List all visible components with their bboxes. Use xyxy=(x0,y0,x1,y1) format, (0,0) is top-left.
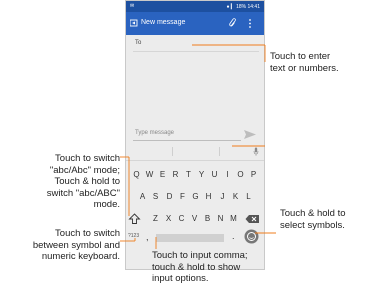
status-readout: ● ▎ 18% 14:41 xyxy=(226,3,260,10)
key-r[interactable]: R xyxy=(169,170,182,180)
key-g[interactable]: G xyxy=(189,192,202,202)
microphone-icon[interactable] xyxy=(253,147,259,156)
backspace-icon[interactable] xyxy=(245,214,260,224)
key-f[interactable]: F xyxy=(176,192,189,202)
shift-icon[interactable] xyxy=(128,213,141,225)
period-key[interactable]: . xyxy=(232,231,235,241)
callout-line: Touch & hold to xyxy=(280,208,346,219)
key-n[interactable]: N xyxy=(214,214,227,224)
callout-line: Touch to enter xyxy=(270,51,331,62)
callout-enter-text: Touch to enter text or numbers. xyxy=(270,51,339,74)
message-input[interactable]: Type message xyxy=(133,128,241,141)
app-bar: New message xyxy=(126,12,264,35)
more-options-icon[interactable] xyxy=(248,18,252,29)
callout-abc-mode: Touch to switch "abc/Abc" mode; Touch & … xyxy=(40,153,120,211)
space-bar[interactable] xyxy=(156,234,224,242)
recipient-field[interactable]: To xyxy=(133,37,259,52)
key-y[interactable]: Y xyxy=(195,170,208,180)
callout-line: input options. xyxy=(152,273,209,284)
attachment-icon[interactable] xyxy=(229,18,237,28)
smiley-key-icon[interactable] xyxy=(244,229,259,244)
key-s[interactable]: S xyxy=(149,192,162,202)
key-u[interactable]: U xyxy=(208,170,221,180)
callout-line: Touch to switch xyxy=(55,228,120,239)
message-placeholder: Type message xyxy=(135,130,175,136)
key-m[interactable]: M xyxy=(227,214,240,224)
key-q[interactable]: Q xyxy=(130,170,143,180)
key-d[interactable]: D xyxy=(163,192,176,202)
page-title: New message xyxy=(141,19,186,26)
key-a[interactable]: A xyxy=(136,192,149,202)
phone-screen: ✉ ● ▎ 18% 14:41 New message To Type mess… xyxy=(125,0,265,270)
callout-line: "abc/Abc" mode; xyxy=(49,164,120,176)
recipient-label: To xyxy=(135,40,142,46)
callout-line: Touch & hold to xyxy=(54,176,121,187)
callout-line: touch & hold to show xyxy=(152,261,241,273)
conversation-area xyxy=(126,53,264,129)
notification-icon: ✉ xyxy=(130,3,135,9)
key-j[interactable]: J xyxy=(216,192,229,202)
symbol-key[interactable]: ?123 xyxy=(128,233,139,239)
key-b[interactable]: B xyxy=(201,214,214,224)
callout-line: numeric keyboard. xyxy=(41,251,120,262)
key-x[interactable]: X xyxy=(162,214,175,224)
callout-comma: Touch to input comma; touch & hold to sh… xyxy=(152,250,248,285)
callout-line: Touch to switch xyxy=(55,153,120,164)
key-h[interactable]: H xyxy=(202,192,215,202)
key-t[interactable]: T xyxy=(182,170,195,180)
callout-select-symbols: Touch & hold to select symbols. xyxy=(280,208,346,231)
callout-line: switch "abc/ABC" xyxy=(46,187,120,199)
key-o[interactable]: O xyxy=(234,170,247,180)
status-bar: ✉ ● ▎ 18% 14:41 xyxy=(126,1,264,12)
key-k[interactable]: K xyxy=(229,192,242,202)
callout-line: between symbol and xyxy=(32,239,120,251)
callout-line: text or numbers. xyxy=(270,62,339,74)
key-p[interactable]: P xyxy=(247,170,260,180)
comma-key[interactable]: , xyxy=(146,232,149,242)
key-z[interactable]: Z xyxy=(149,214,162,224)
key-v[interactable]: V xyxy=(188,214,201,224)
key-i[interactable]: I xyxy=(221,170,234,180)
key-c[interactable]: C xyxy=(175,214,188,224)
callout-symbol-keyboard: Touch to switch between symbol and numer… xyxy=(10,228,120,263)
key-l[interactable]: L xyxy=(242,192,255,202)
key-e[interactable]: E xyxy=(156,170,169,180)
send-icon[interactable] xyxy=(243,129,257,140)
callout-line: select symbols. xyxy=(280,219,345,231)
key-w[interactable]: W xyxy=(143,170,156,180)
suggestion-divider xyxy=(172,147,173,156)
callout-line: mode. xyxy=(93,199,120,210)
suggestion-divider xyxy=(219,147,220,156)
callout-line: Touch to input comma; xyxy=(152,250,248,261)
suggestion-bar xyxy=(126,143,264,161)
back-icon[interactable] xyxy=(130,19,138,27)
